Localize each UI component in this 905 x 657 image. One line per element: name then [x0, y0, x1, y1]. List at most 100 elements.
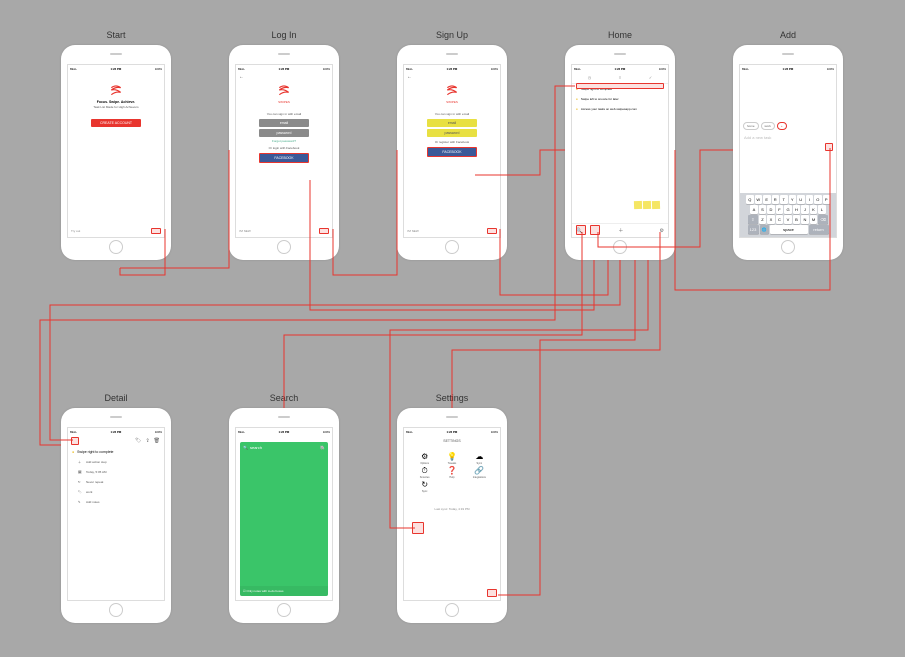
key-shift[interactable]: ⇧	[748, 215, 758, 224]
tag-home[interactable]: home	[743, 122, 759, 130]
settings-icon[interactable]: ⚙	[660, 228, 664, 234]
detail-row[interactable]: 🏷work	[68, 487, 164, 497]
label-start: Start	[61, 30, 171, 40]
detail-row[interactable]: ✎Add notes	[68, 497, 164, 507]
back-icon[interactable]: ←	[239, 74, 244, 80]
tag-work[interactable]: work	[761, 122, 775, 130]
key-y[interactable]: Y	[789, 195, 797, 204]
key-b[interactable]: B	[793, 215, 801, 224]
create-account-button[interactable]: CREATE ACCOUNT	[91, 119, 141, 127]
key-h[interactable]: H	[793, 205, 801, 214]
key-u[interactable]: U	[797, 195, 805, 204]
tab-clock-icon[interactable]: ◷	[588, 75, 592, 80]
key-return[interactable]: return	[809, 225, 829, 234]
key-n[interactable]: N	[801, 215, 809, 224]
key-l[interactable]: L	[818, 205, 826, 214]
key-x[interactable]: X	[767, 215, 775, 224]
evernote-icon: 🐘	[320, 445, 325, 450]
search-icon[interactable]: 🔍	[243, 445, 248, 450]
key-k[interactable]: K	[810, 205, 818, 214]
key-t[interactable]: T	[780, 195, 788, 204]
facebook-button[interactable]: FACEBOOK	[259, 153, 309, 163]
key-e[interactable]: E	[763, 195, 771, 204]
settings-item-sync[interactable]: ↻Sync	[412, 481, 437, 493]
imnew-link[interactable]: I'M NEW	[407, 229, 419, 233]
or-text: Or register with Facebook	[404, 140, 500, 144]
tag-icon[interactable]: 🏷	[135, 438, 141, 444]
search-panel: 🔍 search 🐘 ☑ Only notes with to-do boxes	[240, 442, 328, 596]
phone-add: BELL1:23 PM100% home work + Add a new ta…	[733, 45, 843, 260]
settings-label: Sync	[467, 462, 492, 465]
hotspot-settings-item[interactable]	[412, 522, 424, 534]
brand: SWIPES	[404, 100, 500, 104]
logo-icon	[276, 82, 292, 98]
key-r[interactable]: R	[772, 195, 780, 204]
hotspot-add-confirm[interactable]	[825, 143, 833, 151]
settings-label: Sync	[412, 490, 437, 493]
back-icon[interactable]: ←	[407, 74, 412, 80]
settings-item-snoozes[interactable]: ⏱Snoozes	[412, 467, 437, 479]
key-delete[interactable]: ⌫	[818, 215, 828, 224]
hotspot-login-signup[interactable]	[319, 228, 329, 234]
tagline-1: Focus. Swipe. Achieve.	[68, 100, 164, 104]
key-globe[interactable]: 🌐	[760, 225, 769, 234]
keyboard[interactable]: QWERTYUIOP ASDFGHJKL ⇧ZXCVBNM⌫ 123 🌐 spa…	[740, 193, 836, 237]
hotspot-home-add[interactable]	[590, 225, 600, 235]
tag-add[interactable]: +	[777, 122, 787, 130]
password-field[interactable]: password	[427, 129, 477, 137]
detail-row[interactable]: 🗓Today, 5:05 AM	[68, 467, 164, 477]
key-space[interactable]: space	[770, 225, 808, 234]
key-w[interactable]: W	[755, 195, 763, 204]
key-i[interactable]: I	[806, 195, 814, 204]
settings-item-sync[interactable]: ☁Sync	[467, 453, 492, 465]
key-123[interactable]: 123	[748, 225, 759, 234]
key-p[interactable]: P	[823, 195, 831, 204]
settings-item-options[interactable]: ⚙Options	[412, 453, 437, 465]
hotspot-task1[interactable]	[576, 83, 664, 89]
delete-icon[interactable]: 🗑	[154, 438, 160, 444]
key-a[interactable]: A	[750, 205, 758, 214]
imnew-link[interactable]: I'M NEW	[239, 229, 251, 233]
settings-item-tweaks[interactable]: 💡Tweaks	[439, 453, 464, 465]
key-z[interactable]: Z	[759, 215, 767, 224]
hotspot-signup-home[interactable]	[487, 228, 497, 234]
share-icon[interactable]: ⇪	[145, 438, 149, 444]
tab-list-icon[interactable]: ≡	[619, 75, 621, 80]
task-row[interactable]: ●Swipe left to snooze for later	[572, 94, 668, 104]
forgot-link[interactable]: Forgot password?	[236, 139, 332, 143]
key-c[interactable]: C	[776, 215, 784, 224]
logo-icon	[108, 82, 124, 98]
password-field[interactable]: password	[259, 129, 309, 137]
key-j[interactable]: J	[801, 205, 809, 214]
settings-icon: ⚙	[412, 453, 437, 461]
key-s[interactable]: S	[759, 205, 767, 214]
email-field[interactable]: email	[259, 119, 309, 127]
hotspot-settings-close[interactable]	[487, 589, 497, 597]
key-d[interactable]: D	[767, 205, 775, 214]
key-o[interactable]: O	[814, 195, 822, 204]
key-m[interactable]: M	[810, 215, 818, 224]
tab-check-icon[interactable]: ✓	[649, 75, 652, 80]
add-task-input[interactable]: Add a new task	[740, 132, 836, 143]
hotspot-home-search[interactable]	[576, 225, 586, 235]
task-row[interactable]: ●Access your tasks on web.swipesapp.com	[572, 104, 668, 114]
key-f[interactable]: F	[776, 205, 784, 214]
statusbar: BELL1:23 PM100%	[404, 428, 500, 435]
key-g[interactable]: G	[784, 205, 792, 214]
settings-title: SETTINGS	[404, 435, 500, 447]
hotspot-start-login[interactable]	[151, 228, 161, 234]
key-q[interactable]: Q	[746, 195, 754, 204]
settings-item-integrations[interactable]: 🔗Integrations	[467, 467, 492, 479]
hotspot-detail-back[interactable]	[71, 437, 79, 445]
add-icon[interactable]: ＋	[618, 227, 623, 234]
search-input[interactable]: search	[250, 445, 262, 450]
email-field[interactable]: email	[427, 119, 477, 127]
tryout-link[interactable]: Try out	[71, 229, 80, 233]
detail-row[interactable]: ↻Never repeat	[68, 477, 164, 487]
settings-item-help[interactable]: ❓Help	[439, 467, 464, 479]
settings-label: Options	[412, 462, 437, 465]
facebook-button[interactable]: FACEBOOK	[427, 147, 477, 157]
settings-label: Integrations	[467, 476, 492, 479]
detail-row[interactable]: ＋Add action step	[68, 457, 164, 467]
key-v[interactable]: V	[784, 215, 792, 224]
